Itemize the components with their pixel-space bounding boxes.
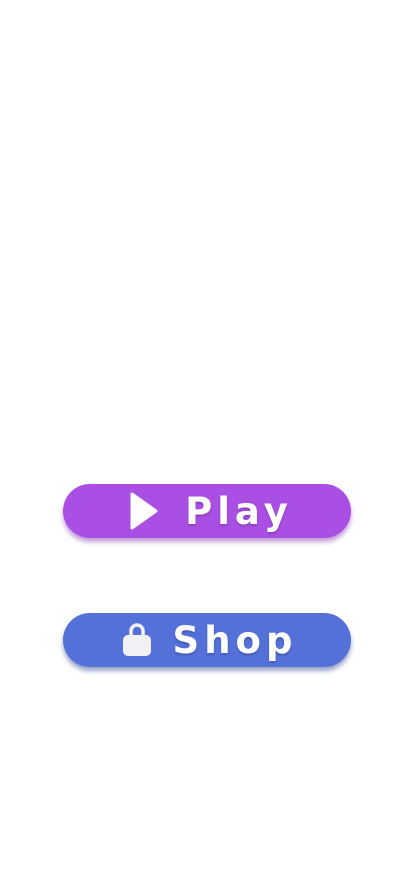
play-button[interactable]: Play (63, 484, 351, 538)
shop-label: Shop (172, 618, 298, 662)
shopping-bag-icon (121, 621, 153, 659)
play-label: Play (185, 489, 293, 533)
main-menu-screen: Play Shop (0, 0, 414, 896)
play-icon (129, 491, 159, 531)
shop-button[interactable]: Shop (63, 613, 351, 667)
